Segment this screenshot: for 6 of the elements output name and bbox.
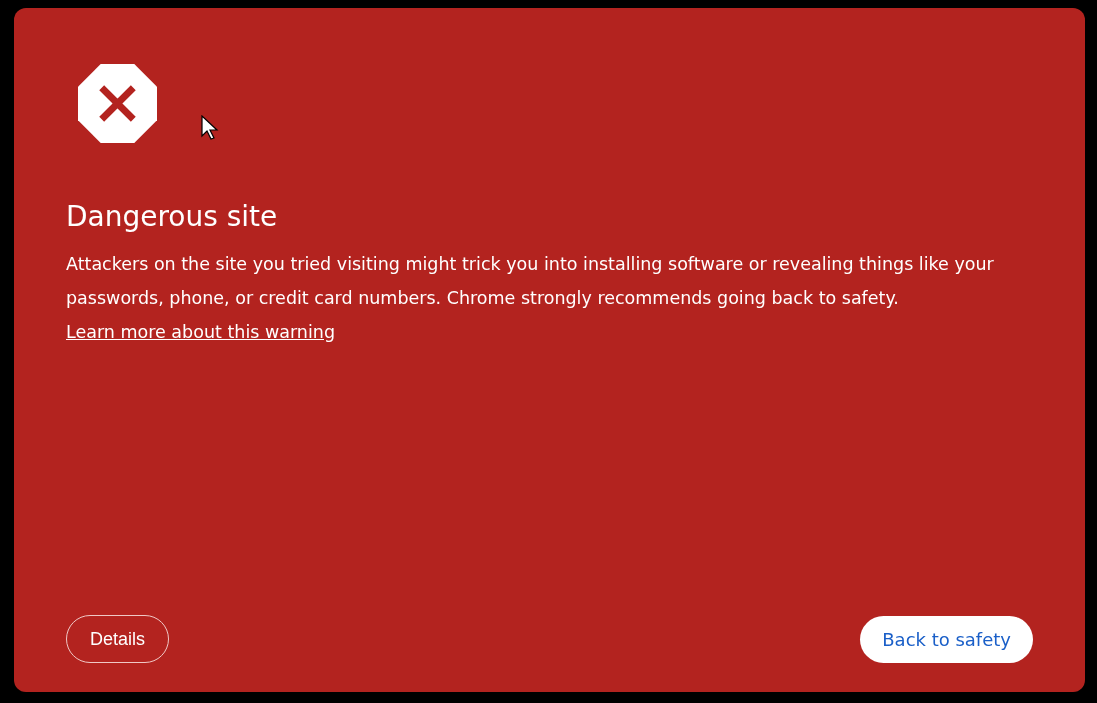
back-to-safety-button[interactable]: Back to safety — [860, 615, 1033, 663]
mouse-cursor-icon — [201, 115, 219, 141]
warning-heading: Dangerous site — [66, 199, 279, 235]
danger-stop-icon — [78, 64, 157, 143]
learn-more-link[interactable]: Learn more about this warning — [66, 322, 335, 342]
warning-message: Attackers on the site you tried visiting might trick you into installing software or revealing things like your passwords, phone, or credit card numbers. Chrome strongly recommends going back to safety. Learn more about this warning — [66, 253, 995, 344]
